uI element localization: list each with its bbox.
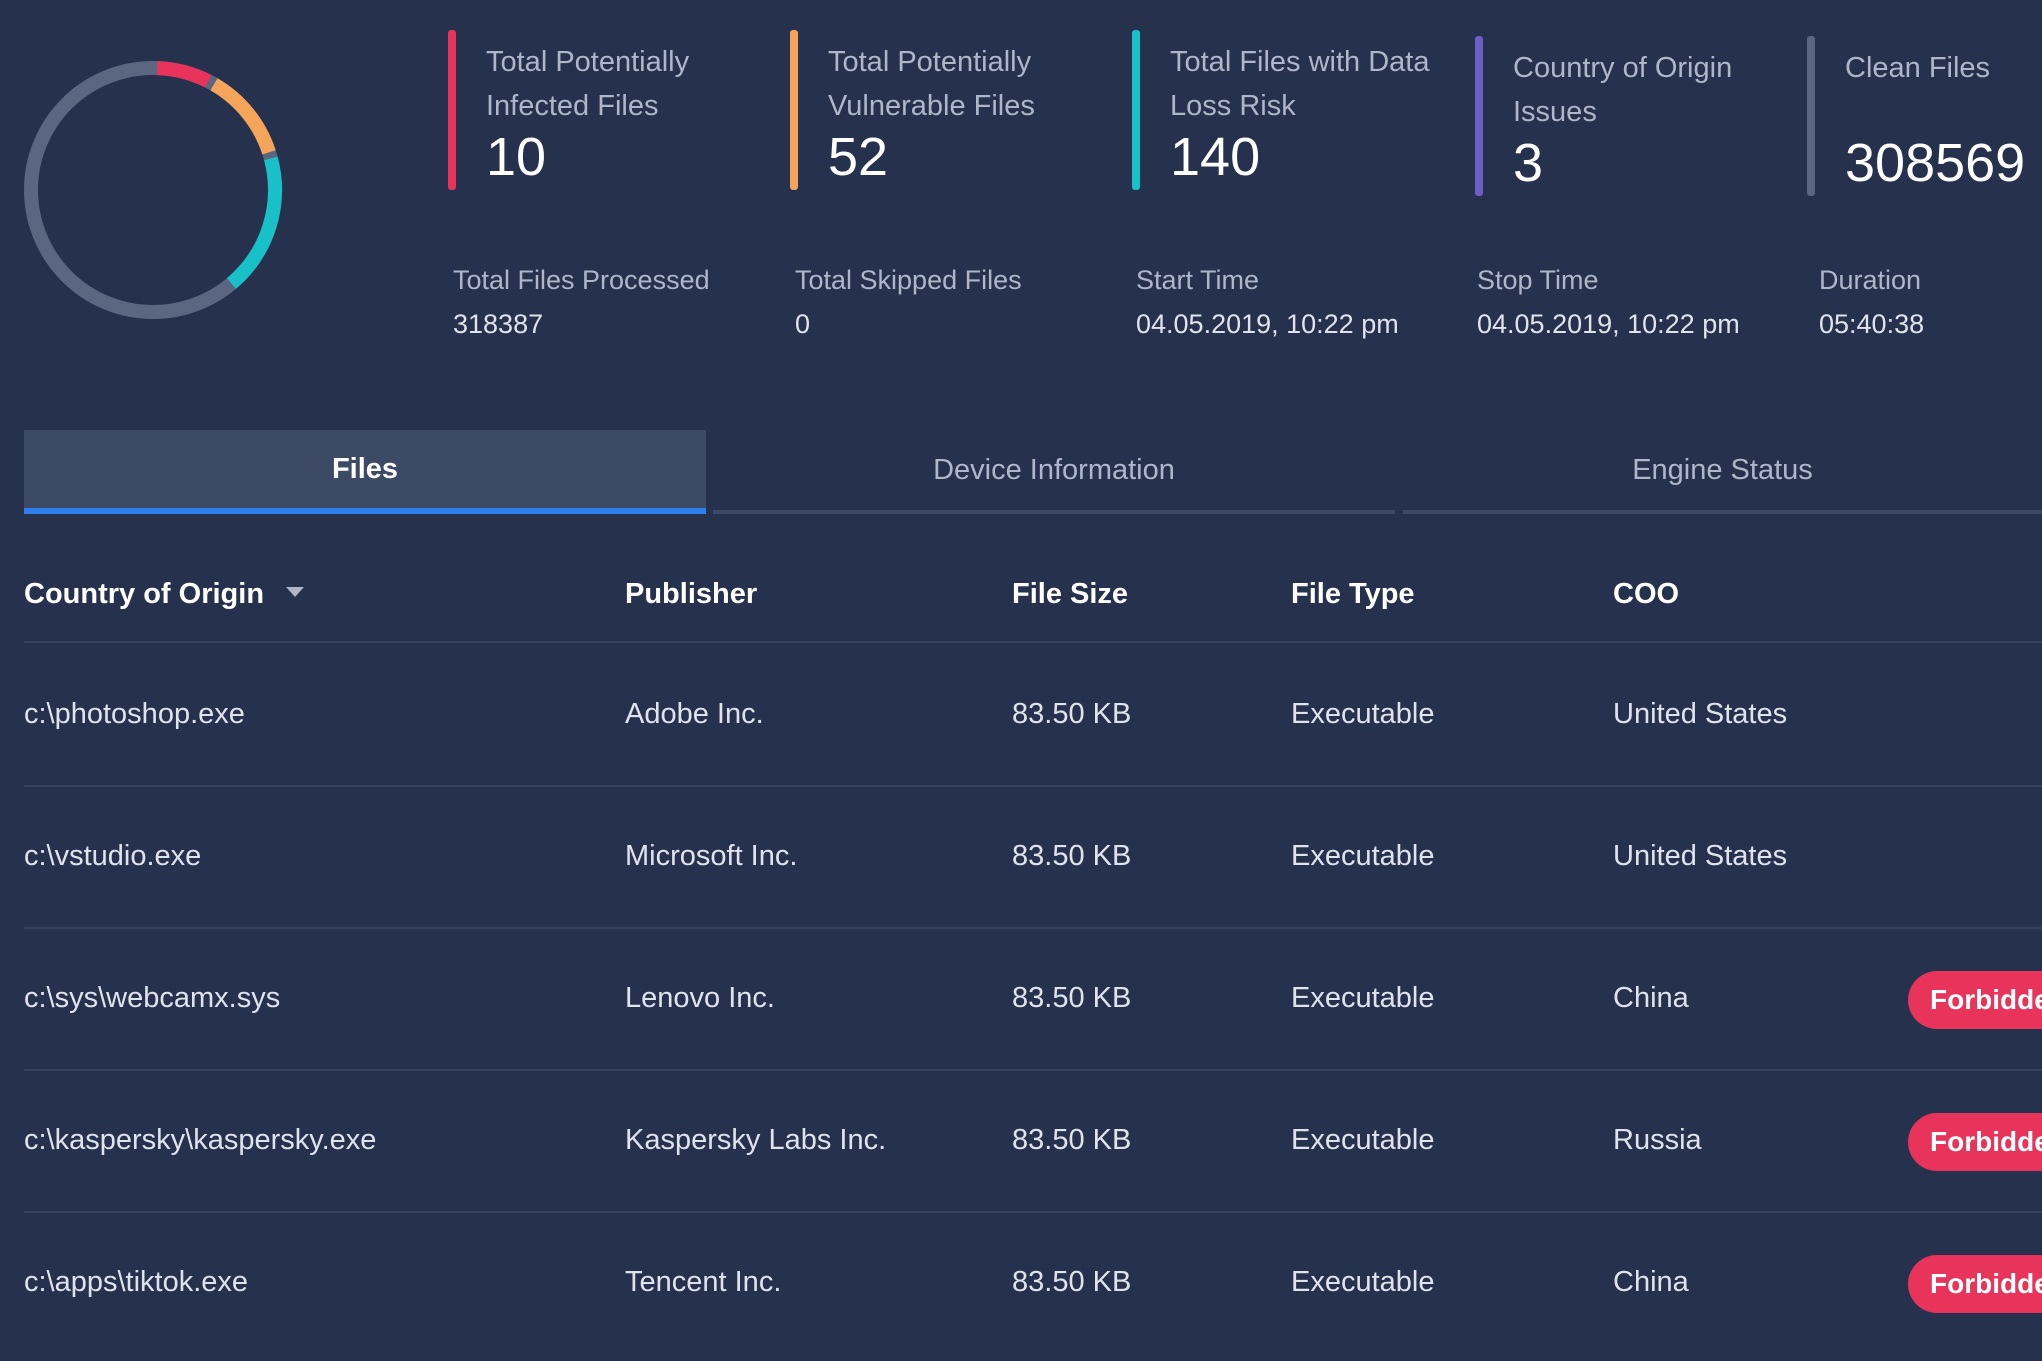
file-path-cell: c:\sys\webcamx.sys <box>24 982 281 1014</box>
column-header-label: Publisher <box>625 578 758 610</box>
stat-value: 52 <box>828 127 889 187</box>
coo-cell: United States <box>1613 698 1788 730</box>
stat-color-bar <box>790 30 798 190</box>
file-size-cell: 83.50 KB <box>1012 982 1132 1014</box>
file-type-cell: Executable <box>1291 1266 1435 1298</box>
forbidden-badge: Forbidde <box>1908 1113 2042 1171</box>
column-header-file-type[interactable]: File Type <box>1291 574 1415 614</box>
column-header-label: File Type <box>1291 578 1415 610</box>
column-header-label: COO <box>1613 578 1680 610</box>
tab-files[interactable]: Files <box>24 430 706 514</box>
meta-label: Total Skipped Files <box>795 265 1022 295</box>
tab-device-information[interactable]: Device Information <box>713 430 1395 514</box>
coo-cell: United States <box>1613 840 1788 872</box>
column-header-publisher[interactable]: Publisher <box>625 574 757 614</box>
file-path-cell: c:\vstudio.exe <box>24 840 202 872</box>
file-type-cell: Executable <box>1291 982 1435 1014</box>
publisher-cell: Tencent Inc. <box>625 1266 782 1298</box>
publisher-cell: Kaspersky Labs Inc. <box>625 1124 887 1156</box>
stat-color-bar <box>448 30 456 190</box>
stat-value: 10 <box>486 127 547 187</box>
stat-value: 140 <box>1170 127 1261 187</box>
meta-value: 04.05.2019, 10:22 pm <box>1477 309 1740 339</box>
tab-label: Files <box>331 452 399 485</box>
forbidden-badge: Forbidde <box>1908 971 2042 1029</box>
meta-total-files-processed: Total Files Processed 318387 <box>453 262 710 342</box>
file-size-cell: 83.50 KB <box>1012 698 1132 730</box>
stat-color-bar <box>1807 36 1815 196</box>
file-status-donut <box>18 55 288 325</box>
stat-color-bar <box>1132 30 1140 190</box>
stat-label: Clean Files <box>1845 52 1991 84</box>
file-size-cell: 83.50 KB <box>1012 1124 1132 1156</box>
tab-engine-status[interactable]: Engine Status <box>1403 430 2042 514</box>
column-header-coo[interactable]: COO <box>1613 574 1679 614</box>
publisher-cell: Microsoft Inc. <box>625 840 798 872</box>
meta-value: 318387 <box>453 309 544 339</box>
file-size-cell: 83.50 KB <box>1012 1266 1132 1298</box>
table-row[interactable]: c:\photoshop.exe Adobe Inc. 83.50 KB Exe… <box>0 643 2042 785</box>
forbidden-badge: Forbidde <box>1908 1255 2042 1313</box>
meta-value: 05:40:38 <box>1819 309 1925 339</box>
coo-cell: Russia <box>1613 1124 1702 1156</box>
stat-label: Total Potentially Vulnerable Files <box>828 46 1035 122</box>
meta-start-time: Start Time 04.05.2019, 10:22 pm <box>1136 262 1399 342</box>
tab-label: Device Information <box>933 453 1175 486</box>
coo-cell: China <box>1613 1266 1689 1298</box>
table-row[interactable]: c:\sys\webcamx.sys Lenovo Inc. 83.50 KB … <box>0 927 2042 1069</box>
sort-down-icon[interactable] <box>286 587 305 598</box>
file-path-cell: c:\apps\tiktok.exe <box>24 1266 249 1298</box>
table-row[interactable]: c:\vstudio.exe Microsoft Inc. 83.50 KB E… <box>0 785 2042 927</box>
column-header-label: File Size <box>1012 578 1129 610</box>
meta-duration: Duration 05:40:38 <box>1819 262 1924 342</box>
coo-cell: China <box>1613 982 1689 1014</box>
file-type-cell: Executable <box>1291 698 1435 730</box>
table-row[interactable]: c:\kaspersky\kaspersky.exe Kaspersky Lab… <box>0 1069 2042 1211</box>
file-size-cell: 83.50 KB <box>1012 840 1132 872</box>
column-header-label: Country of Origin <box>24 578 265 610</box>
stat-color-bar <box>1475 36 1483 196</box>
stat-value: 308569 <box>1845 133 2026 193</box>
stat-label: Total Potentially Infected Files <box>486 46 690 122</box>
publisher-cell: Lenovo Inc. <box>625 982 775 1014</box>
meta-label: Start Time <box>1136 265 1260 295</box>
stat-label: Total Files with Data Loss Risk <box>1170 46 1430 122</box>
meta-value: 04.05.2019, 10:22 pm <box>1136 309 1399 339</box>
table-row[interactable]: c:\apps\tiktok.exe Tencent Inc. 83.50 KB… <box>0 1211 2042 1353</box>
file-type-cell: Executable <box>1291 840 1435 872</box>
donut-svg <box>24 61 282 319</box>
tab-label: Engine Status <box>1632 453 1813 486</box>
meta-label: Stop Time <box>1477 265 1599 295</box>
file-path-cell: c:\photoshop.exe <box>24 698 245 730</box>
stat-label: Country of Origin Issues <box>1513 52 1733 128</box>
meta-value: 0 <box>795 309 811 339</box>
meta-total-skipped-files: Total Skipped Files 0 <box>795 262 1022 342</box>
column-header-file-size[interactable]: File Size <box>1012 574 1128 614</box>
meta-label: Duration <box>1819 265 1922 295</box>
donut-segment-vulnerable <box>210 78 276 155</box>
donut-segment-infected <box>156 61 212 88</box>
file-type-cell: Executable <box>1291 1124 1435 1156</box>
meta-stop-time: Stop Time 04.05.2019, 10:22 pm <box>1477 262 1740 342</box>
meta-label: Total Files Processed <box>453 265 710 295</box>
stat-value: 3 <box>1513 133 1544 193</box>
donut-segment-data-loss <box>226 156 282 289</box>
file-path-cell: c:\kaspersky\kaspersky.exe <box>24 1124 377 1156</box>
column-header-country-of-origin[interactable]: Country of Origin <box>24 574 305 614</box>
publisher-cell: Adobe Inc. <box>625 698 764 730</box>
